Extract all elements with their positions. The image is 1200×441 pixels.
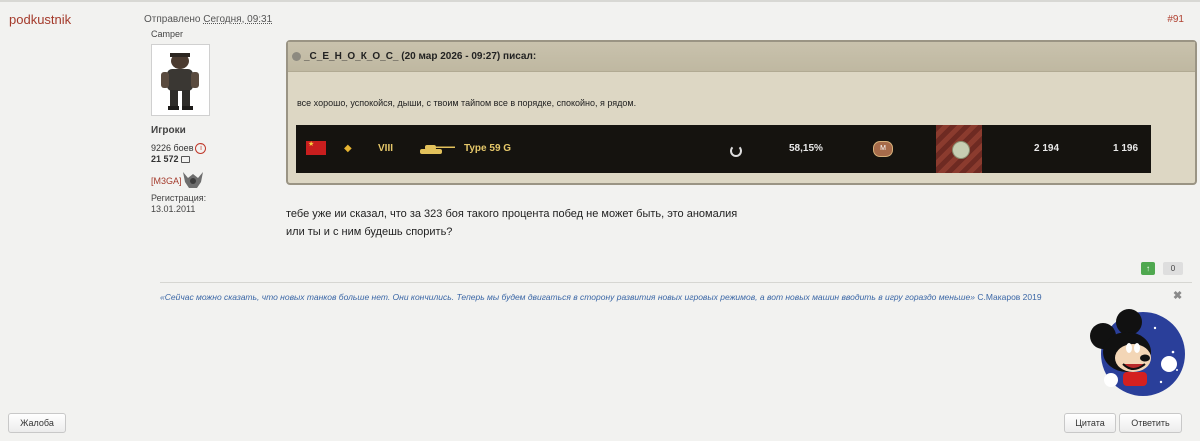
user-group: Игроки xyxy=(151,125,186,136)
tank-stat-2: 1 196 xyxy=(1113,143,1139,154)
quote-text: все хорошо, успокойся, дыши, с твоим тай… xyxy=(297,98,637,108)
tank-tier: VIII xyxy=(378,143,394,154)
medal-icon xyxy=(952,141,970,159)
registration-info: Регистрация: 13.01.2011 xyxy=(151,193,206,215)
mastery-badge-icon: M xyxy=(873,141,893,157)
mickey-mouse-image xyxy=(1090,309,1185,396)
signature-author: С.Макаров 2019 xyxy=(977,292,1042,302)
posted-date[interactable]: Сегодня, 09:31 xyxy=(203,14,272,25)
battles-count: 9226 боев xyxy=(151,143,194,153)
posted-prefix: Отправлено xyxy=(144,14,201,25)
post-number-link[interactable]: #91 xyxy=(1167,14,1184,25)
tank-icon xyxy=(420,145,455,154)
tank-winrate: 58,15% xyxy=(789,143,823,154)
post-author-link[interactable]: podkustnik xyxy=(9,12,71,27)
quote-block: _С_Е_Н_О_К_О_С_ (20 мар 2026 - 09:27) пи… xyxy=(286,40,1197,185)
avatar-figure-icon xyxy=(152,45,209,115)
signature-divider xyxy=(160,282,1192,283)
info-icon[interactable]: i xyxy=(195,143,207,155)
message-bubble-icon xyxy=(180,156,190,164)
quote-author: _С_Е_Н_О_К_О_С_ (20 мар 2026 - 09:27) пи… xyxy=(304,51,537,62)
posts-count: 21 572 xyxy=(151,154,179,165)
quote-button[interactable]: Цитата xyxy=(1064,413,1116,433)
clan-tag-link[interactable]: [M3GA] xyxy=(151,176,182,186)
winrate-icon xyxy=(730,145,742,157)
signature: «Сейчас можно сказать, что новых танков … xyxy=(160,292,1042,302)
tank-class-icon: ◆ xyxy=(344,143,352,154)
reply-button[interactable]: Ответить xyxy=(1119,413,1182,433)
post-line: или ты и с ним будешь спорить? xyxy=(286,226,453,238)
top-divider xyxy=(0,0,1200,2)
quote-link-icon[interactable] xyxy=(292,52,301,61)
quote-header: _С_Е_Н_О_К_О_С_ (20 мар 2026 - 09:27) пи… xyxy=(288,42,1195,72)
vote-up-button[interactable]: ↑ xyxy=(1141,262,1155,275)
clan-emblem-icon[interactable] xyxy=(181,170,205,190)
post-body: тебе уже ии сказал, что за 323 боя таког… xyxy=(286,205,737,241)
post-timestamp: Отправлено Сегодня, 09:31 xyxy=(144,14,272,25)
registration-label: Регистрация: xyxy=(151,193,207,203)
registration-date: 13.01.2011 xyxy=(151,204,196,214)
tank-name: Type 59 G xyxy=(464,143,512,154)
signature-text: «Сейчас можно сказать, что новых танков … xyxy=(160,292,975,302)
tank-stat-1: 2 194 xyxy=(1034,143,1060,154)
china-flag-icon xyxy=(306,140,326,155)
vote-count: 0 xyxy=(1163,262,1183,275)
user-stats: 9226 боев i 21 572 xyxy=(151,143,207,165)
post-line: тебе уже ии сказал, что за 323 боя таког… xyxy=(286,208,738,220)
complaint-button[interactable]: Жалоба xyxy=(8,413,66,433)
tank-stats-banner: ◆ VIII Type 59 G 58,15% M 2 194 1 196 xyxy=(296,125,1151,173)
user-title: Camper xyxy=(151,29,184,39)
user-avatar[interactable] xyxy=(151,44,210,116)
